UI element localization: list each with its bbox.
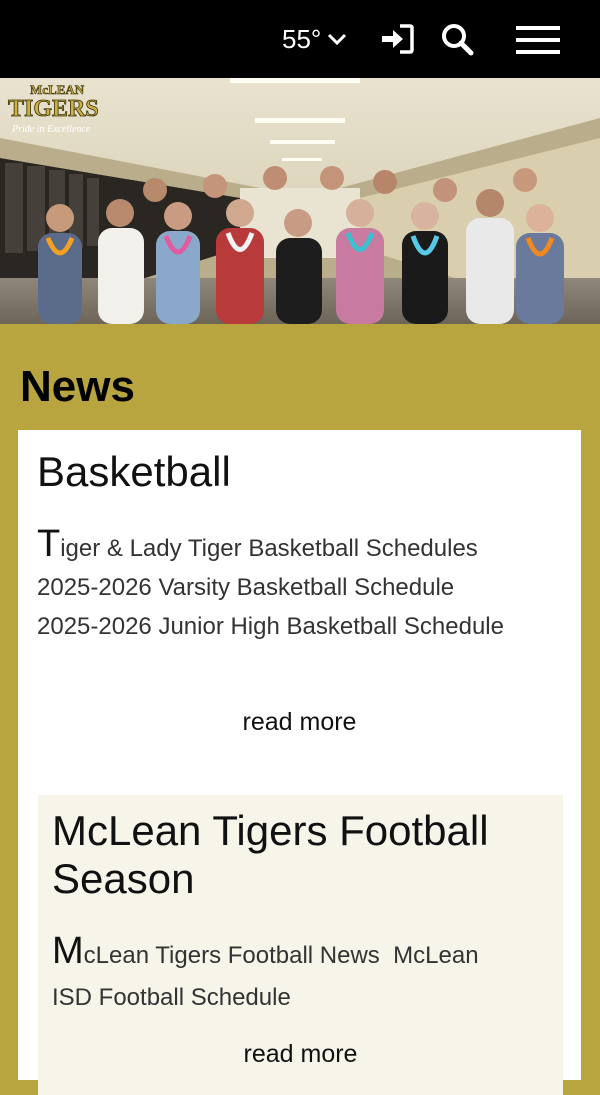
article-title-football[interactable]: McLean Tigers Football Season bbox=[52, 807, 489, 903]
article-excerpt-basketball: Tiger & Lady Tiger Basketball Schedules … bbox=[37, 525, 567, 646]
article-excerpt-football: McLean Tigers Football News McLean ISD F… bbox=[52, 930, 552, 1019]
title-line: McLean Tigers Football bbox=[52, 807, 489, 854]
excerpt-line: McLean Tigers Football News McLean bbox=[52, 930, 552, 977]
excerpt-line: Tiger & Lady Tiger Basketball Schedules bbox=[37, 525, 567, 568]
article-title-basketball[interactable]: Basketball bbox=[37, 448, 231, 496]
sign-in-icon[interactable] bbox=[380, 24, 414, 59]
search-icon[interactable] bbox=[440, 22, 474, 61]
excerpt-lead: iger & Lady Tiger Basketball Schedules bbox=[60, 535, 478, 562]
excerpt-lead: cLean Tigers Football News bbox=[83, 942, 380, 969]
excerpt-line: ISD Football Schedule bbox=[52, 984, 291, 1011]
hamburger-menu-icon[interactable] bbox=[516, 25, 560, 60]
logo-text-top: McLEAN bbox=[30, 82, 85, 97]
temperature: 55° bbox=[282, 23, 322, 54]
chevron-down-icon bbox=[327, 32, 347, 46]
hero-photo: McLEAN TIGERS Pride in Excellence bbox=[0, 78, 600, 324]
excerpt-line: 2025-2026 Junior High Basketball Schedul… bbox=[37, 613, 504, 640]
news-panel: Basketball Tiger & Lady Tiger Basketball… bbox=[18, 430, 581, 1095]
read-more-link[interactable]: read more bbox=[18, 708, 581, 737]
excerpt-line: 2025-2026 Varsity Basketball Schedule bbox=[37, 574, 455, 601]
top-bar: 55° bbox=[0, 0, 600, 78]
logo-tagline: Pride in Excellence bbox=[11, 124, 91, 135]
dropcap: T bbox=[37, 523, 61, 565]
weather-widget[interactable]: 55° bbox=[282, 22, 347, 56]
news-heading: News bbox=[20, 362, 135, 411]
title-line: Season bbox=[52, 855, 195, 902]
article-card-football: McLean Tigers Football Season McLean Tig… bbox=[38, 795, 563, 1095]
excerpt-lead: McLean bbox=[393, 942, 479, 969]
logo-text-main: TIGERS bbox=[8, 96, 99, 122]
dropcap: M bbox=[52, 930, 84, 972]
